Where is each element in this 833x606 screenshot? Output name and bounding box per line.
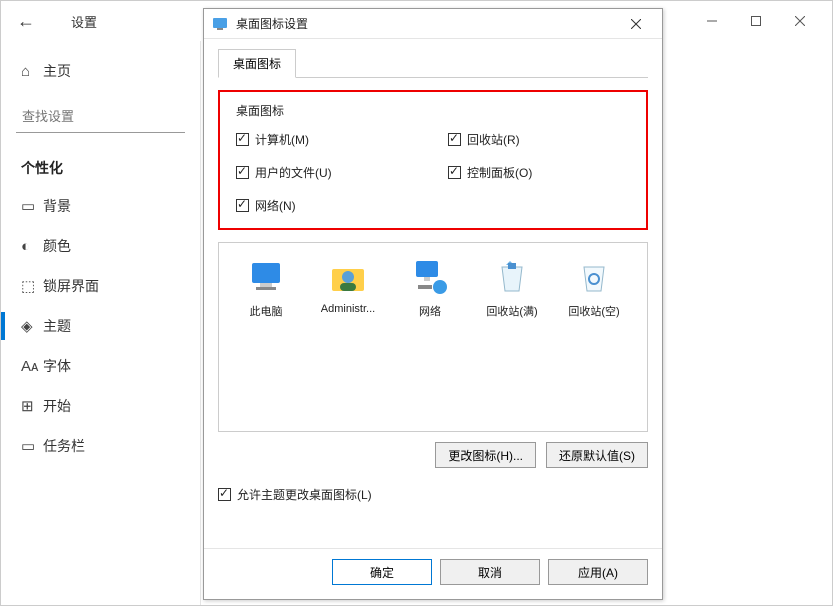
checkbox-control-panel[interactable]: 控制面板(O) [448, 164, 630, 181]
dialog-body: 桌面图标 桌面图标 计算机(M) 回收站(R) 用户的文件(U) [204, 39, 662, 548]
icon-label: 回收站(空) [568, 303, 619, 319]
checkbox-icon [448, 133, 461, 146]
checkbox-user-files[interactable]: 用户的文件(U) [236, 164, 418, 181]
checkbox-computer[interactable]: 计算机(M) [236, 131, 418, 148]
nav-start[interactable]: ⊞ 开始 [1, 386, 200, 426]
palette-icon: ◐ [21, 238, 43, 255]
restore-default-button[interactable]: 还原默认值(S) [546, 442, 648, 468]
checkbox-label: 允许主题更改桌面图标(L) [237, 486, 372, 503]
nav-label: 锁屏界面 [43, 276, 99, 296]
icon-label: Administr... [321, 303, 375, 315]
group-label: 桌面图标 [236, 102, 630, 119]
start-icon: ⊞ [21, 397, 43, 415]
checkbox-icon [236, 166, 249, 179]
nav-fonts[interactable]: Aᴀ 字体 [1, 346, 200, 386]
desktop-icon-settings-dialog: 桌面图标设置 桌面图标 桌面图标 计算机(M) 回收站(R) 用户 [203, 8, 663, 600]
nav-label: 字体 [43, 356, 71, 376]
dialog-close-button[interactable] [618, 12, 654, 36]
checkbox-label: 控制面板(O) [467, 164, 532, 181]
recycle-empty-icon [574, 257, 614, 297]
checkbox-label: 网络(N) [255, 197, 296, 214]
nav-label: 任务栏 [43, 436, 85, 456]
icon-item-recycle-empty[interactable]: 回收站(空) [555, 253, 633, 323]
checkbox-recycle-bin[interactable]: 回收站(R) [448, 131, 630, 148]
checkbox-icon [236, 133, 249, 146]
tab-desktop-icons[interactable]: 桌面图标 [218, 49, 296, 78]
dialog-title: 桌面图标设置 [236, 15, 308, 32]
nav-lockscreen[interactable]: ⬚ 锁屏界面 [1, 266, 200, 306]
nav-label: 主题 [43, 316, 71, 336]
nav-taskbar[interactable]: ▭ 任务栏 [1, 426, 200, 466]
nav-label: 开始 [43, 396, 71, 416]
back-arrow-icon[interactable]: ← [11, 11, 41, 32]
checkbox-label: 回收站(R) [467, 131, 520, 148]
icon-label: 网络 [419, 303, 441, 319]
checkbox-label: 计算机(M) [255, 131, 309, 148]
search-input[interactable] [16, 101, 185, 133]
window-controls [690, 6, 822, 36]
taskbar-icon: ▭ [21, 437, 43, 455]
nav-label: 主页 [43, 61, 71, 81]
apply-button[interactable]: 应用(A) [548, 559, 648, 585]
checkbox-icon [236, 199, 249, 212]
checkbox-grid: 计算机(M) 回收站(R) 用户的文件(U) 控制面板(O) 网络(N) [236, 131, 630, 214]
icon-label: 回收站(满) [486, 303, 537, 319]
theme-icon: ◈ [21, 317, 43, 335]
dialog-titlebar: 桌面图标设置 [204, 9, 662, 39]
nav-label: 颜色 [43, 236, 71, 256]
dialog-footer: 确定 取消 应用(A) [204, 548, 662, 599]
maximize-button[interactable] [734, 6, 778, 36]
picture-icon: ▭ [21, 197, 43, 215]
nav-label: 背景 [43, 196, 71, 216]
icon-label: 此电脑 [250, 303, 283, 319]
minimize-button[interactable] [690, 6, 734, 36]
computer-icon [246, 257, 286, 297]
settings-search [16, 101, 185, 133]
settings-title: 设置 [71, 12, 97, 31]
font-icon: Aᴀ [21, 358, 43, 375]
nav-home[interactable]: ⌂ 主页 [1, 51, 200, 91]
desktop-icons-group: 桌面图标 计算机(M) 回收站(R) 用户的文件(U) 控制面板(O) [218, 90, 648, 230]
network-icon [410, 257, 450, 297]
nav-background[interactable]: ▭ 背景 [1, 186, 200, 226]
nav-themes[interactable]: ◈ 主题 [1, 306, 200, 346]
checkbox-icon [218, 488, 231, 501]
icon-item-user[interactable]: Administr... [309, 253, 387, 319]
user-folder-icon [328, 257, 368, 297]
checkbox-allow-theme[interactable]: 允许主题更改桌面图标(L) [218, 486, 648, 503]
section-heading: 个性化 [1, 143, 200, 186]
change-icon-button[interactable]: 更改图标(H)... [435, 442, 536, 468]
tab-strip: 桌面图标 [218, 49, 648, 78]
icon-item-this-pc[interactable]: 此电脑 [227, 253, 305, 323]
dialog-icon [212, 15, 230, 33]
icon-buttons-row: 更改图标(H)... 还原默认值(S) [218, 442, 648, 468]
icon-preview-list[interactable]: 此电脑 Administr... 网络 回收站(满) [218, 242, 648, 432]
ok-button[interactable]: 确定 [332, 559, 432, 585]
checkbox-network[interactable]: 网络(N) [236, 197, 418, 214]
icon-item-recycle-full[interactable]: 回收站(满) [473, 253, 551, 323]
home-icon: ⌂ [21, 63, 43, 80]
settings-sidebar: ⌂ 主页 个性化 ▭ 背景 ◐ 颜色 ⬚ 锁屏界面 ◈ 主题 [1, 41, 201, 605]
recycle-full-icon [492, 257, 532, 297]
icon-item-network[interactable]: 网络 [391, 253, 469, 323]
checkbox-label: 用户的文件(U) [255, 164, 332, 181]
cancel-button[interactable]: 取消 [440, 559, 540, 585]
nav-colors[interactable]: ◐ 颜色 [1, 226, 200, 266]
checkbox-icon [448, 166, 461, 179]
close-button[interactable] [778, 6, 822, 36]
lockscreen-icon: ⬚ [21, 277, 43, 295]
